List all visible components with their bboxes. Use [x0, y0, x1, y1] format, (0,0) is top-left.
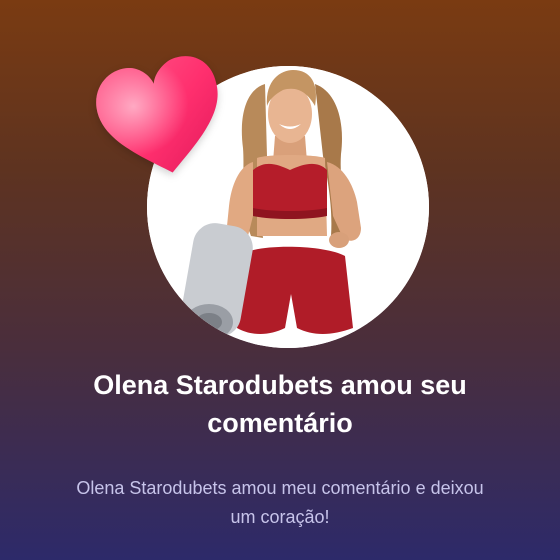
notification-title: Olena Starodubets amou seu comentário: [93, 370, 467, 438]
heart-icon: [92, 50, 230, 185]
notification-card: Olena Starodubets amou seu comentário Ol…: [0, 0, 560, 560]
notification-message: Olena Starodubets amou meu comentário e …: [76, 478, 484, 527]
